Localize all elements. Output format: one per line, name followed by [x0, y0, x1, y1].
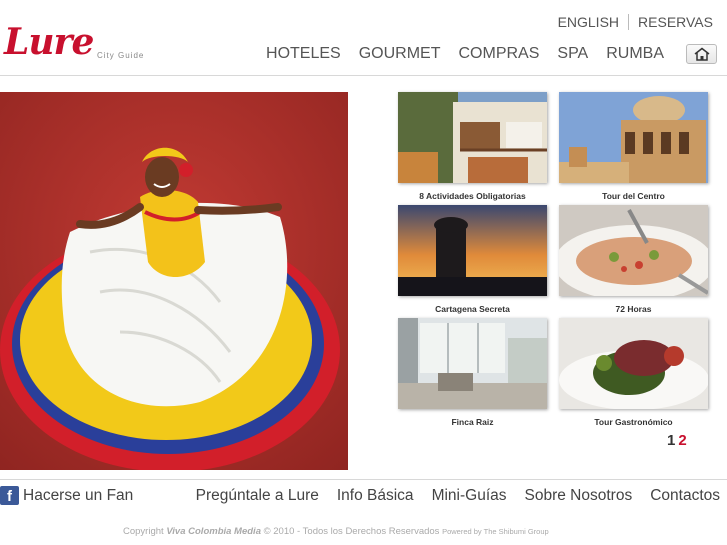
- footer-nav: Pregúntale a Lure Info Básica Mini-Guías…: [178, 487, 720, 505]
- facebook-icon: f: [0, 486, 19, 505]
- cathedral-photo: [559, 92, 708, 183]
- english-link[interactable]: ENGLISH: [558, 14, 619, 30]
- thumb-card: Finca Raiz: [398, 318, 547, 427]
- thumb-image[interactable]: [559, 205, 708, 296]
- powered-by[interactable]: Powered by The Shibumi Group: [442, 527, 549, 536]
- gourmet-dish-photo: [559, 318, 708, 409]
- thumb-image[interactable]: [398, 92, 547, 183]
- logo-text: Lure: [4, 21, 94, 63]
- thumb-card: Cartagena Secreta: [398, 205, 547, 314]
- thumb-caption[interactable]: Cartagena Secreta: [398, 304, 547, 314]
- thumb-caption[interactable]: 72 Horas: [559, 304, 708, 314]
- home-icon: [694, 47, 709, 61]
- ceviche-photo: [559, 205, 708, 296]
- lang-divider: [628, 14, 630, 30]
- home-button[interactable]: [686, 44, 717, 64]
- copyright-line: Copyright Viva Colombia Media © 2010 - T…: [123, 526, 549, 537]
- language-bar: ENGLISH RESERVAS: [558, 14, 713, 30]
- copyright-prefix: Copyright: [123, 526, 164, 537]
- footer-link-contactos[interactable]: Contactos: [650, 487, 720, 505]
- interior-photo: [398, 318, 547, 409]
- page-2-link[interactable]: 2: [678, 432, 686, 449]
- footer-link-preguntale[interactable]: Pregúntale a Lure: [196, 487, 319, 505]
- thumb-card: 8 Actividades Obligatorias: [398, 92, 547, 201]
- nav-item-rumba[interactable]: RUMBA: [606, 45, 664, 63]
- balconies-photo: [398, 92, 547, 183]
- nav-item-spa[interactable]: SPA: [557, 45, 588, 63]
- nav-item-gourmet[interactable]: GOURMET: [359, 45, 441, 63]
- reservas-link[interactable]: RESERVAS: [638, 14, 713, 30]
- thumb-card: Tour del Centro: [559, 92, 708, 201]
- thumb-caption[interactable]: Tour del Centro: [559, 191, 708, 201]
- thumb-caption[interactable]: Tour Gastronómico: [559, 417, 708, 427]
- sunset-tower-photo: [398, 205, 547, 296]
- page-1-link[interactable]: 1: [667, 432, 675, 449]
- footer-link-info-basica[interactable]: Info Básica: [337, 487, 414, 505]
- fan-label: Hacerse un Fan: [23, 486, 134, 504]
- thumb-image[interactable]: [559, 92, 708, 183]
- footer-link-mini-guias[interactable]: Mini-Guías: [432, 487, 507, 505]
- header-divider: [0, 75, 727, 76]
- footer-link-sobre-nosotros[interactable]: Sobre Nosotros: [525, 487, 633, 505]
- footer-divider: [0, 479, 727, 480]
- thumb-card: Tour Gastronómico: [559, 318, 708, 427]
- pagination: 12: [667, 432, 687, 449]
- hero-image: [0, 92, 348, 470]
- thumb-image[interactable]: [398, 205, 547, 296]
- logo-subtitle: City Guide: [97, 51, 145, 60]
- nav-item-compras[interactable]: COMPRAS: [458, 45, 539, 63]
- copyright-org[interactable]: Viva Colombia Media: [166, 526, 261, 537]
- thumb-image[interactable]: [398, 318, 547, 409]
- copyright-text: © 2010 - Todos los Derechos Reservados: [263, 526, 440, 537]
- facebook-fan-link[interactable]: f Hacerse un Fan: [0, 486, 133, 505]
- thumb-caption[interactable]: 8 Actividades Obligatorias: [398, 191, 547, 201]
- lure-logo[interactable]: Lure City Guide: [4, 20, 154, 64]
- thumb-card: 72 Horas: [559, 205, 708, 314]
- main-nav: HOTELES GOURMET COMPRAS SPA RUMBA: [248, 44, 717, 64]
- thumb-image[interactable]: [559, 318, 708, 409]
- nav-item-hoteles[interactable]: HOTELES: [266, 45, 341, 63]
- cumbia-dancer-photo: [0, 92, 348, 470]
- thumb-caption[interactable]: Finca Raiz: [398, 417, 547, 427]
